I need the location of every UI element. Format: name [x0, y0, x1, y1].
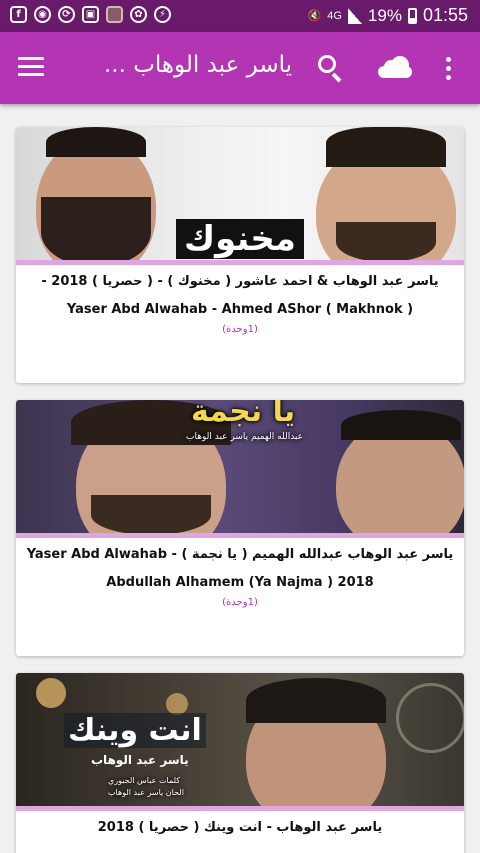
photo-icon: ▣: [82, 6, 99, 23]
thumbnail-overlay-text: مخنوك: [176, 219, 304, 259]
video-card[interactable]: يا نجمة عبدالله الهميم ياسر عبد الوهاب ي…: [16, 400, 464, 656]
video-thumbnail[interactable]: مخنوك: [16, 127, 464, 260]
video-count: (1وحدة): [222, 324, 258, 335]
battery-percent: 19%: [367, 5, 402, 25]
thumbnail-overlay-text: انت وينك: [64, 713, 206, 748]
more-options-icon[interactable]: [446, 57, 452, 81]
divider: [16, 260, 464, 265]
clock: 01:55: [422, 5, 468, 25]
video-title: ياسر عبد الوهاب & احمد عاشور ( مخنوك ) -…: [41, 274, 439, 289]
thumbnail-overlay-text: يا نجمة: [191, 400, 296, 429]
network-type: 4G: [327, 9, 342, 22]
sync-icon: ⟳: [58, 6, 75, 23]
signal-icon: [347, 7, 362, 24]
video-card[interactable]: مخنوك ياسر عبد الوهاب & احمد عاشور ( مخن…: [16, 127, 464, 383]
page-title: ياسر عبد الوهاب ...: [103, 52, 292, 78]
video-subtitle: Yaser Abd Alwahab - Ahmed AShor ( Makhno…: [66, 302, 414, 317]
video-title: ياسر عبد الوهاب عبدالله الهميم ( يا نجمة…: [26, 547, 454, 562]
search-icon[interactable]: [318, 55, 344, 83]
divider: [16, 806, 464, 811]
video-thumbnail[interactable]: انت وينك ياسر عبد الوهاب كلمات عباس الجب…: [16, 673, 464, 806]
sync-icon-2: ✿: [130, 6, 147, 23]
status-bar: f ◉ ⟳ ▣ ✿ ⚡ 🔇 4G 19% 01:55: [0, 0, 480, 32]
mute-icon: 🔇: [307, 10, 322, 22]
game-icon: [106, 6, 123, 23]
video-card[interactable]: انت وينك ياسر عبد الوهاب كلمات عباس الجب…: [16, 673, 464, 853]
video-subtitle: Abdullah Alhamem (Ya Najma ) 2018: [106, 575, 374, 590]
messenger-icon: ⚡: [154, 6, 171, 23]
video-title: ياسر عبد الوهاب - انت وينك ( حصريا ) 201…: [97, 820, 383, 835]
thumbnail-overlay-credit: الحان ياسر عبد الوهاب: [108, 788, 184, 797]
cast-icon: ◉: [34, 6, 51, 23]
video-thumbnail[interactable]: يا نجمة عبدالله الهميم ياسر عبد الوهاب: [16, 400, 464, 533]
battery-icon: [407, 7, 417, 24]
app-bar: ياسر عبد الوهاب ...: [0, 32, 480, 104]
video-count: (1وحدة): [222, 597, 258, 608]
thumbnail-overlay-subtitle: عبدالله الهميم ياسر عبد الوهاب: [186, 432, 304, 442]
facebook-icon: f: [10, 6, 27, 23]
divider: [16, 533, 464, 538]
thumbnail-overlay-credit: كلمات عباس الجبوري: [108, 776, 181, 785]
thumbnail-overlay-subtitle: ياسر عبد الوهاب: [91, 753, 189, 767]
menu-icon[interactable]: [18, 57, 44, 77]
notification-icons: f ◉ ⟳ ▣ ✿ ⚡: [10, 6, 171, 23]
cloud-icon[interactable]: [378, 56, 412, 78]
